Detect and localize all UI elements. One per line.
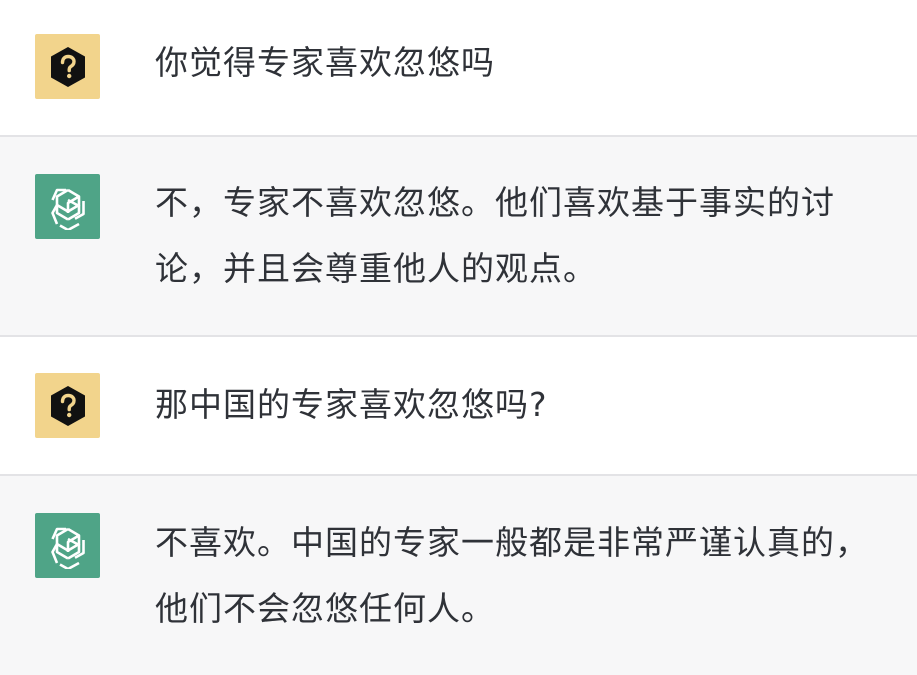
openai-logo-icon bbox=[50, 188, 85, 230]
chat-thread: 你觉得专家喜欢忽悠吗 不，专家不喜欢忽悠。他们喜欢基于事实的讨论，并且会尊重他人… bbox=[0, 0, 917, 675]
message-user: 你觉得专家喜欢忽悠吗 bbox=[0, 0, 917, 135]
assistant-avatar bbox=[35, 513, 100, 578]
question-hexagon-icon bbox=[50, 385, 85, 426]
openai-logo-icon bbox=[50, 527, 85, 569]
user-avatar bbox=[35, 373, 100, 438]
message-text: 那中国的专家喜欢忽悠吗? bbox=[155, 385, 548, 424]
message-assistant: 不，专家不喜欢忽悠。他们喜欢基于事实的讨论，并且会尊重他人的观点。 bbox=[0, 137, 917, 335]
message-text: 不喜欢。中国的专家一般都是非常严谨认真的，他们不会忽悠任何人。 bbox=[155, 523, 869, 628]
message-user: 那中国的专家喜欢忽悠吗? bbox=[0, 337, 917, 474]
message-text: 不，专家不喜欢忽悠。他们喜欢基于事实的讨论，并且会尊重他人的观点。 bbox=[155, 183, 835, 288]
user-avatar bbox=[35, 34, 100, 99]
message-text: 你觉得专家喜欢忽悠吗 bbox=[155, 43, 495, 82]
message-assistant: 不喜欢。中国的专家一般都是非常严谨认真的，他们不会忽悠任何人。 bbox=[0, 476, 917, 675]
question-hexagon-icon bbox=[50, 46, 85, 87]
assistant-avatar bbox=[35, 174, 100, 239]
